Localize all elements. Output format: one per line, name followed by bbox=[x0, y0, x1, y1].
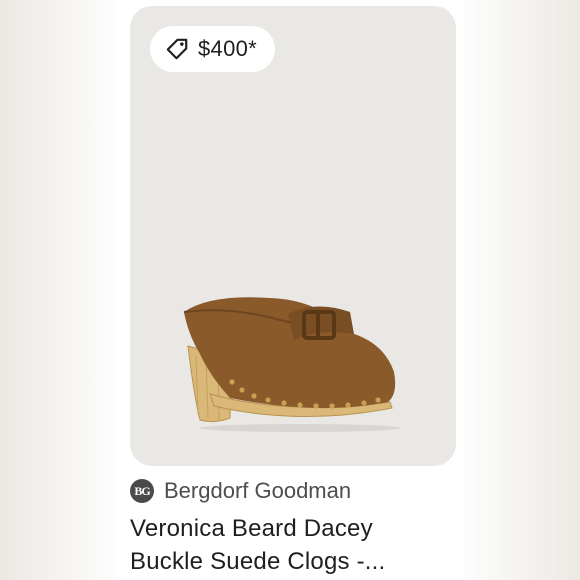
product-image bbox=[183, 297, 400, 432]
seller-logo: BG bbox=[130, 479, 154, 503]
product-title-line-2: Buckle Suede Clogs -... bbox=[130, 548, 386, 575]
product-card[interactable]: $400* BG Bergdorf Goodman Veronica Beard… bbox=[118, 0, 464, 580]
price-tag-icon bbox=[166, 38, 188, 60]
product-image-panel[interactable]: $400* bbox=[130, 6, 456, 466]
product-title-line-1: Veronica Beard Dacey bbox=[130, 515, 373, 542]
price-chip: $400* bbox=[150, 26, 276, 72]
product-title[interactable]: Veronica Beard Dacey Buckle Suede Clogs … bbox=[130, 512, 450, 578]
seller-name: Bergdorf Goodman bbox=[164, 478, 352, 503]
price-label: $400* bbox=[198, 36, 258, 61]
seller-row[interactable]: BG Bergdorf Goodman bbox=[130, 478, 351, 504]
